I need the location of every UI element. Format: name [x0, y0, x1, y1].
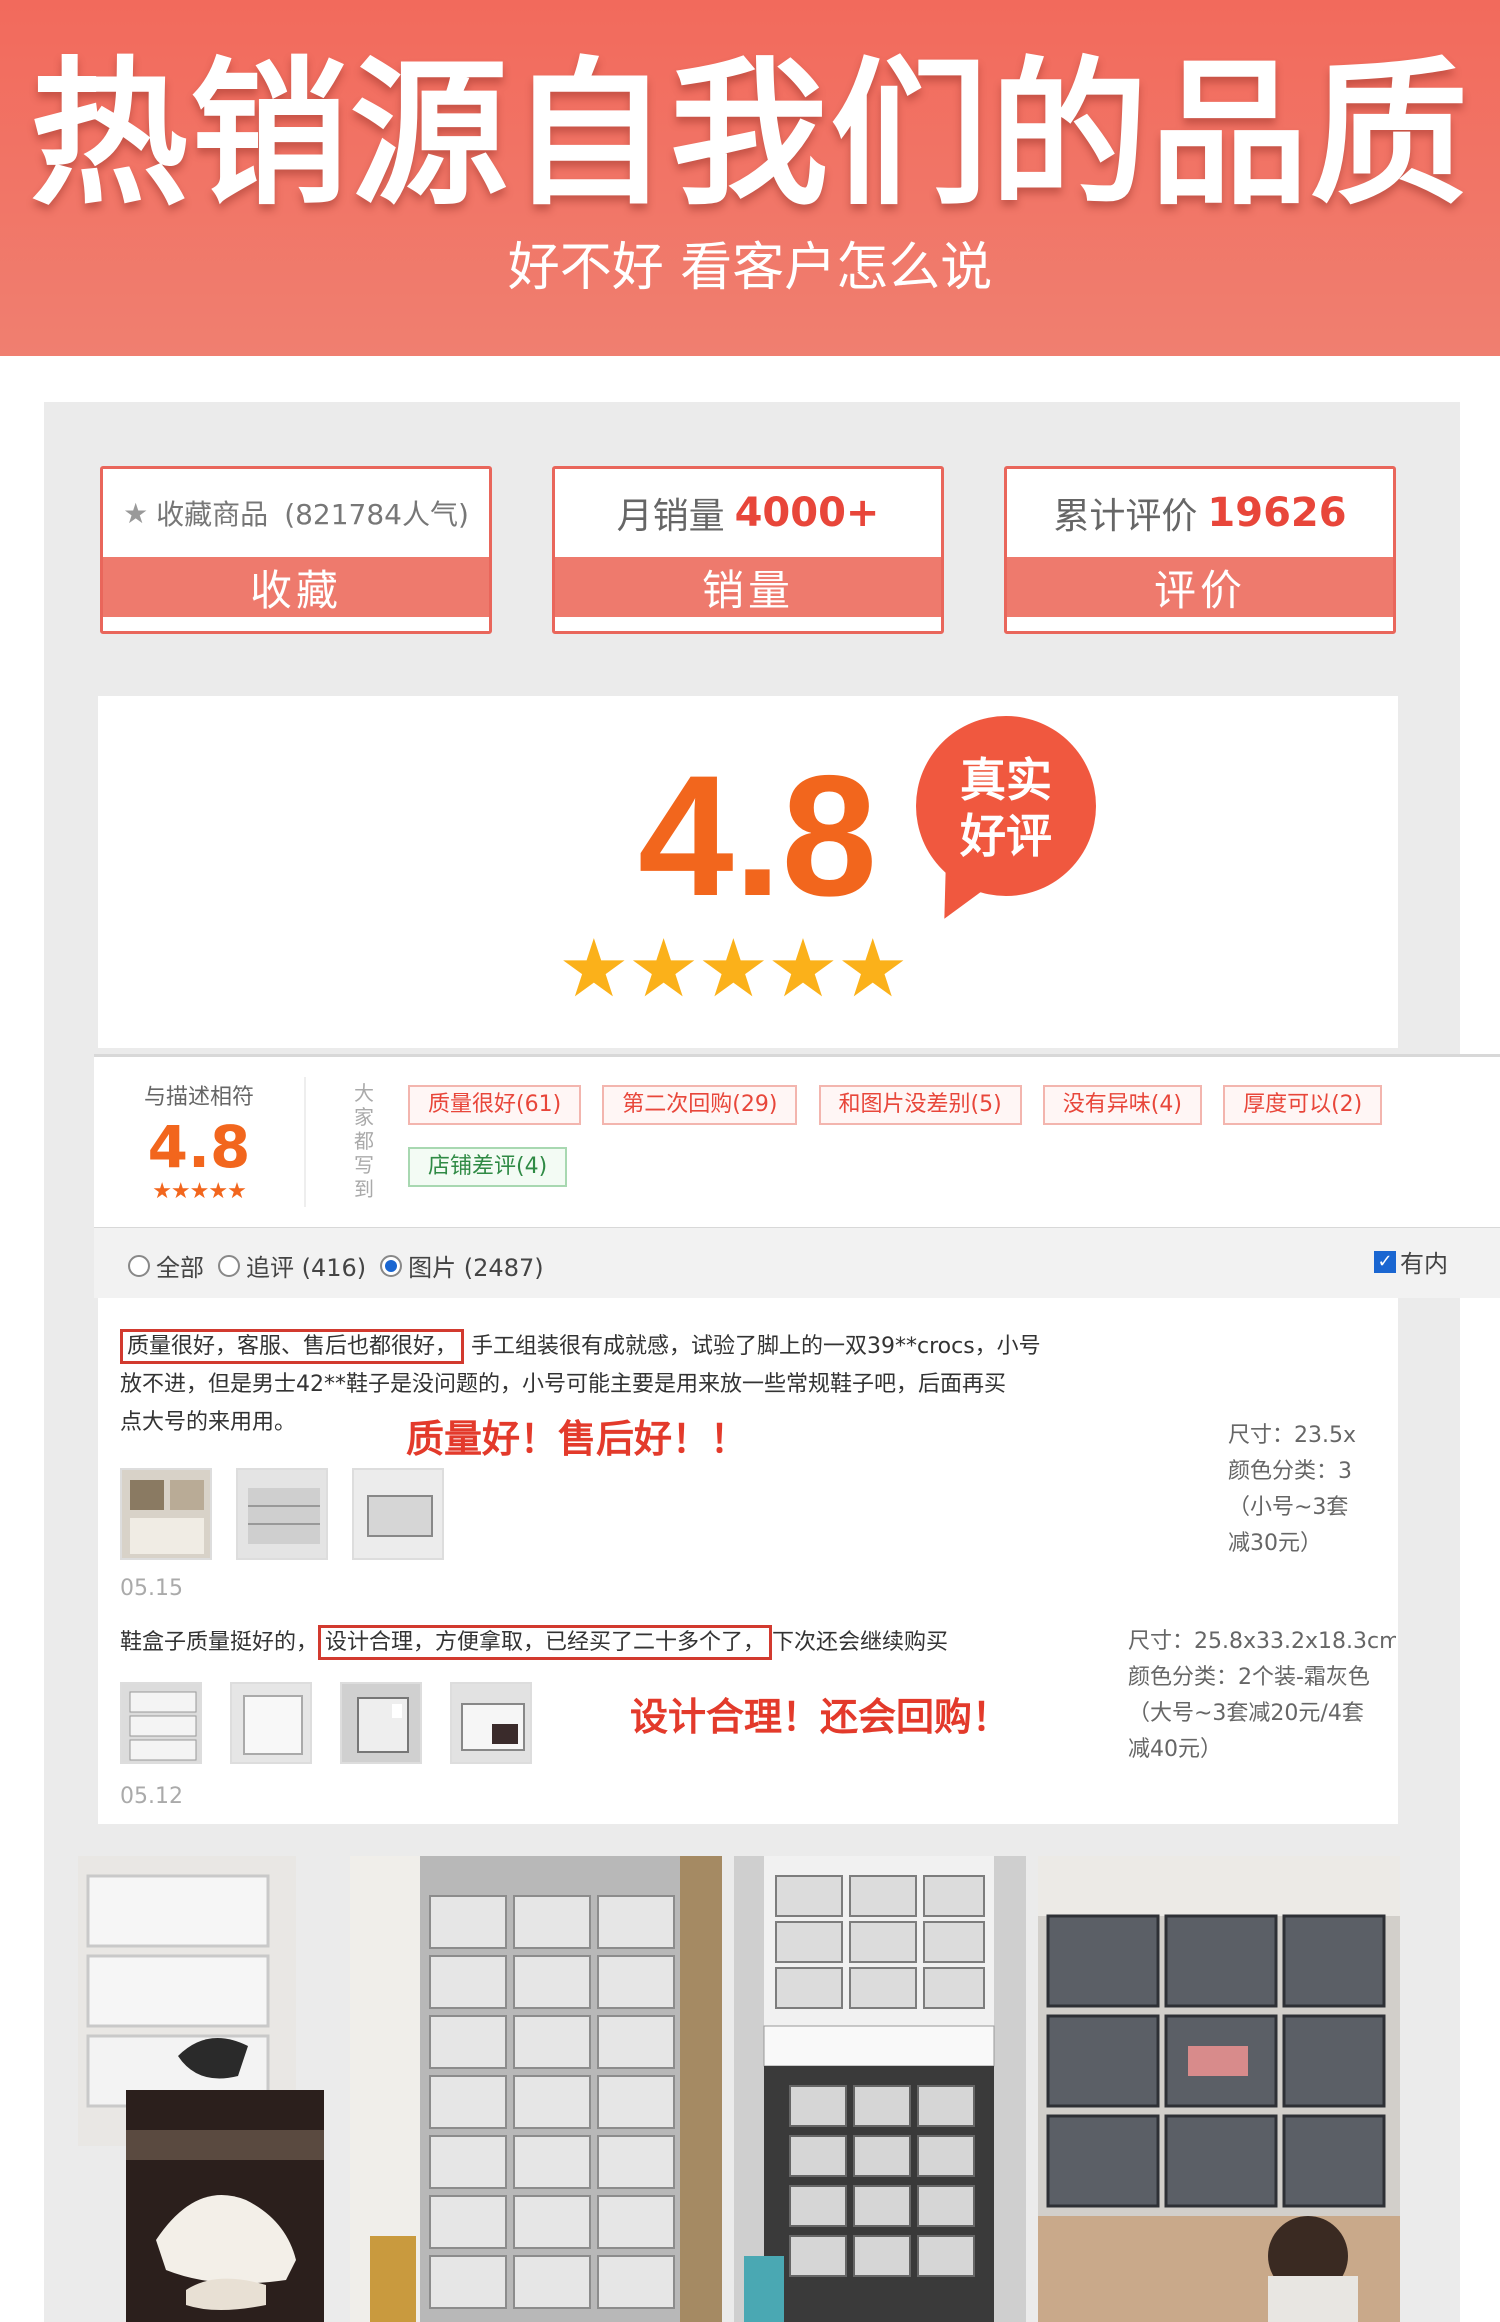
- filter-followup-label[interactable]: 追评 (416): [246, 1248, 366, 1283]
- review-1-option: （小号~3套: [1228, 1495, 1349, 1520]
- banner-subtitle: 好不好 看客户怎么说: [507, 238, 993, 298]
- review-1-sku-info: 尺寸：23.5x 颜色分类：3 （小号~3套 减30元）: [1228, 1418, 1396, 1562]
- review-total-stat-box[interactable]: 累计评价 19626 评价: [1004, 466, 1396, 634]
- divider: [304, 1077, 306, 1207]
- review-1-photo-3[interactable]: [352, 1468, 444, 1560]
- filter-pictures-radio[interactable]: [380, 1254, 403, 1277]
- review-1-photo-1[interactable]: [120, 1468, 212, 1560]
- filter-all-radio[interactable]: [128, 1254, 150, 1277]
- filter-pictures-label[interactable]: 图片 (2487): [408, 1248, 543, 1283]
- favorite-count: (821784人气): [284, 498, 469, 531]
- review-2-photo-1[interactable]: [120, 1682, 202, 1764]
- review-1-date: 05.15: [120, 1576, 183, 1601]
- overall-score: 4.8: [638, 740, 878, 932]
- filter-all-label[interactable]: 全部: [156, 1248, 204, 1283]
- shoe-box-photo: [122, 1684, 200, 1762]
- favorite-button[interactable]: 收藏: [103, 557, 489, 617]
- review-1-color: 颜色分类：3: [1228, 1459, 1352, 1484]
- shoe-box-photo: [232, 1684, 310, 1762]
- review-filter-bar: 全部 追评 (416) 图片 (2487) ✓ 有内: [94, 1228, 1500, 1298]
- tag-list: 质量很好(61) 第二次回购(29) 和图片没差别(5) 没有异味(4) 厚度可…: [408, 1085, 1408, 1209]
- customer-photo-4: [734, 1856, 1026, 2322]
- monthly-sales-label: 月销量: [616, 496, 725, 537]
- review-2-discount: 减40元）: [1128, 1737, 1222, 1762]
- customer-photo-2: [126, 2090, 324, 2322]
- review-1-text-rest: 手工组装很有成就感，试验了脚上的一双39**crocs，小号: [471, 1334, 1041, 1359]
- reviews-button[interactable]: 评价: [1007, 557, 1393, 617]
- tag-repurchase[interactable]: 第二次回购(29): [602, 1085, 798, 1125]
- has-content-checkbox[interactable]: ✓: [1374, 1250, 1396, 1273]
- everyone-mentions-label: 大家都写到: [354, 1081, 374, 1201]
- shoe-box-photo: [342, 1684, 420, 1762]
- customer-photo-5: [1038, 1856, 1400, 2322]
- star-icon: ★: [123, 496, 149, 530]
- rating-card: 4.8 ★★★★★ 真实 好评: [98, 696, 1398, 1048]
- review-2-sku-info: 尺寸：25.8x33.2x18.3cm 颜色分类：2个装-霜灰色 （大号~3套减…: [1128, 1624, 1396, 1768]
- review-2-photo-4[interactable]: [450, 1682, 532, 1764]
- tag-same-as-picture[interactable]: 和图片没差别(5): [818, 1085, 1022, 1125]
- badge-line-1: 真实: [960, 753, 1052, 807]
- review-panel: ★ 收藏商品 (821784人气) 收藏 月销量 4000+ 销量 累计评价 1…: [44, 402, 1500, 2322]
- sneaker-photo: [126, 2090, 324, 2322]
- tag-store-bad-review[interactable]: 店铺差评(4): [408, 1147, 568, 1187]
- review-2-callout: 设计合理！还会回购！: [630, 1695, 1011, 1739]
- review-2-option: （大号~3套减20元/4套: [1128, 1701, 1364, 1726]
- genuine-review-badge: 真实 好评: [916, 716, 1096, 896]
- review-2-text-after: 下次还会继续购买: [772, 1630, 949, 1655]
- monthly-sales-stat-box: 月销量 4000+ 销量: [552, 466, 944, 634]
- sales-label: 销量: [555, 557, 941, 617]
- shoe-box-photo: [354, 1470, 442, 1558]
- review-2-photo-2[interactable]: [230, 1682, 312, 1764]
- tag-quality-good[interactable]: 质量很好(61): [408, 1085, 582, 1125]
- review-2-photo-3[interactable]: [340, 1682, 422, 1764]
- badge-line-2: 好评: [960, 809, 1052, 863]
- review-2-text-before: 鞋盒子质量挺好的，: [120, 1630, 319, 1655]
- review-1-text-line3: 点大号的来用用。: [120, 1410, 297, 1435]
- review-tag-bar: 与描述相符 4.8 ★★★★★ 大家都写到 质量很好(61) 第二次回购(29)…: [94, 1054, 1500, 1230]
- favorite-label: 收藏商品: [156, 498, 269, 531]
- review-2-highlight: 设计合理，方便拿取，已经买了二十多个了，: [318, 1625, 773, 1660]
- shoe-box-stack-photo: [1038, 1856, 1400, 2322]
- favorite-stat-box[interactable]: ★ 收藏商品 (821784人气) 收藏: [100, 466, 492, 634]
- review-list: 质量很好，客服、售后也都很好， 手工组装很有成就感，试验了脚上的一双39**cr…: [98, 1298, 1398, 1824]
- review-total-value: 19626: [1207, 490, 1347, 536]
- banner-title: 热销源自我们的品质: [30, 43, 1470, 227]
- filter-followup-radio[interactable]: [218, 1254, 240, 1277]
- shoe-cabinet-photo: [734, 1856, 1026, 2322]
- review-2-size: 尺寸：25.8x33.2x18.3cm: [1128, 1629, 1396, 1654]
- review-1-discount: 减30元）: [1228, 1531, 1322, 1556]
- description-match-stars: ★★★★★: [152, 1179, 247, 1204]
- has-content-label[interactable]: 有内: [1400, 1244, 1448, 1279]
- review-total-label: 累计评价: [1053, 496, 1198, 537]
- shoe-box-photo: [238, 1470, 326, 1558]
- description-match-score: 4.8: [147, 1113, 251, 1181]
- review-1-photo-2[interactable]: [236, 1468, 328, 1560]
- shoe-box-photo: [452, 1684, 530, 1762]
- customer-photo-3: [350, 1856, 722, 2322]
- tag-thickness-ok[interactable]: 厚度可以(2): [1223, 1085, 1383, 1125]
- shoe-cabinet-photo: [122, 1470, 210, 1558]
- review-2-color: 颜色分类：2个装-霜灰色: [1128, 1665, 1370, 1690]
- review-1-size: 尺寸：23.5x: [1228, 1423, 1357, 1448]
- tag-no-odor[interactable]: 没有异味(4): [1042, 1085, 1202, 1125]
- hero-banner: 热销源自我们的品质 好不好 看客户怎么说: [0, 0, 1500, 356]
- shoe-box-wall-photo: [350, 1856, 722, 2322]
- review-1-text-line2: 放不进，但是男士42**鞋子是没问题的，小号可能主要是用来放一些常规鞋子吧，后面…: [120, 1372, 1006, 1397]
- review-1-callout: 质量好！售后好！！: [406, 1417, 749, 1461]
- description-match-label: 与描述相符: [143, 1085, 254, 1110]
- description-match: 与描述相符 4.8 ★★★★★: [94, 1057, 304, 1227]
- review-2-text: 鞋盒子质量挺好的， 设计合理，方便拿取，已经买了二十多个了， 下次还会继续购买: [120, 1624, 1180, 1662]
- monthly-sales-value: 4000+: [734, 490, 880, 536]
- rating-stars: ★★★★★: [558, 922, 909, 1015]
- review-1-highlight: 质量很好，客服、售后也都很好，: [120, 1329, 465, 1364]
- review-2-date: 05.12: [120, 1784, 183, 1809]
